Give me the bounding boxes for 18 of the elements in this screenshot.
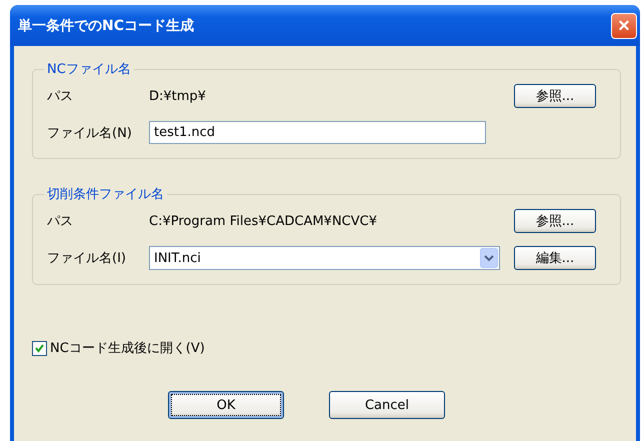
browse-button[interactable]: 参照... xyxy=(514,84,596,108)
window-title: 単一条件でのNCコード生成 xyxy=(18,16,194,34)
path-value: D:¥tmp¥ xyxy=(149,88,207,104)
path-value: C:¥Program Files¥CADCAM¥NCVC¥ xyxy=(149,214,378,228)
edit-button[interactable]: 編集... xyxy=(514,246,596,270)
checkbox[interactable] xyxy=(32,340,47,356)
cancel-button[interactable]: Cancel xyxy=(329,391,445,419)
group-title: 切削条件ファイル名 xyxy=(46,186,165,203)
ok-button[interactable]: OK xyxy=(168,391,284,419)
group-title: NCファイル名 xyxy=(46,61,132,78)
path-label: パス xyxy=(47,88,74,105)
file-name-label: ファイル名(N) xyxy=(47,124,133,142)
file-name-dropdown[interactable]: INIT.nci xyxy=(149,246,500,270)
browse-button[interactable]: 参照... xyxy=(514,209,596,233)
file-name-label: ファイル名(I) xyxy=(47,250,127,267)
path-label: パス xyxy=(47,213,74,230)
checkbox-label: NCコード生成後に開く(V) xyxy=(50,340,205,357)
file-name-field[interactable]: test1.ncd xyxy=(149,121,486,144)
